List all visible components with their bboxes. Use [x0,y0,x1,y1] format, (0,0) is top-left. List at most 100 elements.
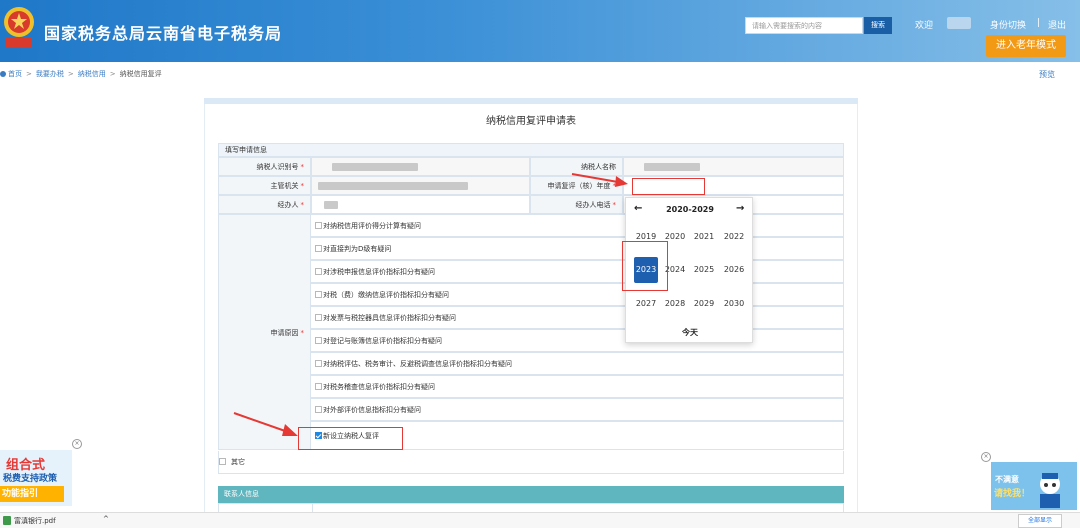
site-header: 国家税务总局云南省电子税务局 请输入需要搜索的内容 搜索 欢迎 身份切换 | 退… [0,0,1080,62]
year-option[interactable]: 2022 [722,228,746,246]
breadcrumb-credit[interactable]: 纳税信用 [78,70,106,78]
search-input[interactable]: 请输入需要搜索的内容 [745,17,863,34]
close-icon[interactable]: × [72,439,82,449]
ad-line: 不满意 [995,475,1019,484]
checkbox[interactable] [315,406,322,413]
year-option[interactable]: 2028 [663,295,687,313]
authority-label: 主管机关 * [218,176,311,195]
pdf-file-icon [3,516,11,525]
required-mark: * [300,329,305,337]
breadcrumb-separator: > [67,70,74,78]
required-mark: * [612,201,617,209]
blurred-value [318,182,468,190]
checkbox[interactable] [219,458,226,465]
checkbox[interactable] [315,314,322,321]
handler-label: 经办人 * [218,195,311,214]
logout-link[interactable]: 退出 [1048,18,1066,31]
year-option[interactable]: 2029 [692,295,716,313]
checkbox[interactable] [315,245,322,252]
breadcrumb: 首页 > 我要办税 > 纳税信用 > 纳税信用复评 [0,69,162,79]
today-button[interactable]: 今天 [626,327,754,338]
download-file-name[interactable]: 富滇银行.pdf [14,516,56,526]
taxpayer-id-field [311,157,530,176]
ad-line: 税费支持政策 [3,474,58,484]
reason-option[interactable]: 对税（费）缴纳信息评价指标扣分有疑问 [311,283,844,306]
taxpayer-id-label-text: 纳税人识别号 [256,163,299,171]
annotation-year-input-box [632,178,705,195]
breadcrumb-separator: > [109,70,116,78]
reason-option[interactable]: 对直接判为D级有疑问 [311,237,844,260]
preview-link[interactable]: 预览 [1039,69,1055,80]
year-option[interactable]: 2025 [692,261,716,279]
handler-input[interactable] [311,195,530,214]
location-icon [0,71,6,77]
reason-option[interactable]: 对外部评价信息指标扣分有疑问 [311,398,844,421]
required-mark: * [300,163,305,171]
welcome-text: 欢迎 [915,21,934,31]
checkbox[interactable] [315,268,322,275]
reason-option-label: 对纳税评估、税务审计、反避税调查信息评价指标扣分有疑问 [323,360,512,368]
year-option[interactable]: 2030 [722,295,746,313]
other-option-label: 其它 [231,458,245,466]
reason-option-label: 对外部评价信息指标扣分有疑问 [323,406,421,414]
header-separator: | [1037,18,1041,28]
breadcrumb-current: 纳税信用复评 [119,70,162,78]
other-option[interactable]: 其它 [218,451,844,474]
blurred-value [644,163,700,171]
reason-option-label: 对直接判为D级有疑问 [323,245,392,253]
policy-guide-ad[interactable]: 组合式 税费支持政策 功能指引 [0,450,72,506]
reason-option[interactable]: 对纳税评估、税务审计、反避税调查信息评价指标扣分有疑问 [311,352,844,375]
show-all-button[interactable]: 全部显示 [1018,514,1062,528]
site-title: 国家税务总局云南省电子税务局 [44,24,283,43]
form-title: 纳税信用复评申请表 [486,116,576,127]
user-name-blurred [947,17,971,29]
checkbox[interactable] [315,360,322,367]
breadcrumb-tax[interactable]: 我要办税 [36,70,64,78]
reason-option[interactable]: 对纳税信用评价得分计算有疑问 [311,214,844,237]
breadcrumb-separator: > [26,70,32,78]
ad-line: 请找我！ [994,489,1031,499]
reason-option[interactable]: 对税务稽查信息评价指标扣分有疑问 [311,375,844,398]
feedback-ad[interactable]: 不满意 请找我！ [991,462,1077,510]
reason-option-label: 对税（费）缴纳信息评价指标扣分有疑问 [323,291,449,299]
year-option[interactable]: 2027 [634,295,658,313]
checkbox[interactable] [315,222,322,229]
annotation-arrow-icon [233,412,298,436]
decade-range: 2020-2029 [666,205,714,214]
reason-option[interactable]: 对发票与税控器具信息评价指标扣分有疑问 [311,306,844,329]
year-option[interactable]: 2021 [692,228,716,246]
authority-label-text: 主管机关 [270,182,299,190]
authority-field [311,176,530,195]
close-icon[interactable]: × [981,452,991,462]
handler-label-text: 经办人 [277,201,299,209]
search-button[interactable]: 搜索 [864,17,892,34]
taxpayer-id-label: 纳税人识别号 * [218,157,311,176]
blurred-value [324,201,338,209]
checkbox[interactable] [315,291,322,298]
reason-option-label: 对纳税信用评价得分计算有疑问 [323,222,421,230]
checkbox[interactable] [315,337,322,344]
section-fill-info: 填写申请信息 [218,143,844,157]
taxpayer-name-field [623,157,844,176]
required-mark: * [300,182,305,190]
download-bar: 富滇银行.pdf ^ 全部显示 [0,512,1080,528]
reason-option[interactable]: 对涉税申报信息评价指标扣分有疑问 [311,260,844,283]
reason-option-label: 对涉税申报信息评价指标扣分有疑问 [323,268,435,276]
contact-section-header: 联系人信息 [218,486,844,503]
reason-option[interactable]: 对登记与账簿信息评价指标扣分有疑问 [311,329,844,352]
checkbox[interactable] [315,383,322,390]
tax-emblem-icon [4,7,34,47]
annotation-arrow-icon [571,173,628,187]
chevron-up-icon[interactable]: ^ [103,515,109,523]
elder-mode-button[interactable]: 进入老年模式 [986,35,1066,57]
reason-option-label: 对发票与税控器具信息评价指标扣分有疑问 [323,314,456,322]
ad-line: 功能指引 [0,486,64,502]
reason-option-label: 对登记与账簿信息评价指标扣分有疑问 [323,337,442,345]
reason-option-label: 对税务稽查信息评价指标扣分有疑问 [323,383,435,391]
next-decade-icon[interactable]: → [736,203,744,214]
breadcrumb-home[interactable]: 首页 [8,70,22,78]
handler-phone-label: 经办人电话 * [530,195,623,214]
year-option[interactable]: 2026 [722,261,746,279]
switch-identity-link[interactable]: 身份切换 [990,18,1026,31]
annotation-selected-year-box [622,241,668,291]
